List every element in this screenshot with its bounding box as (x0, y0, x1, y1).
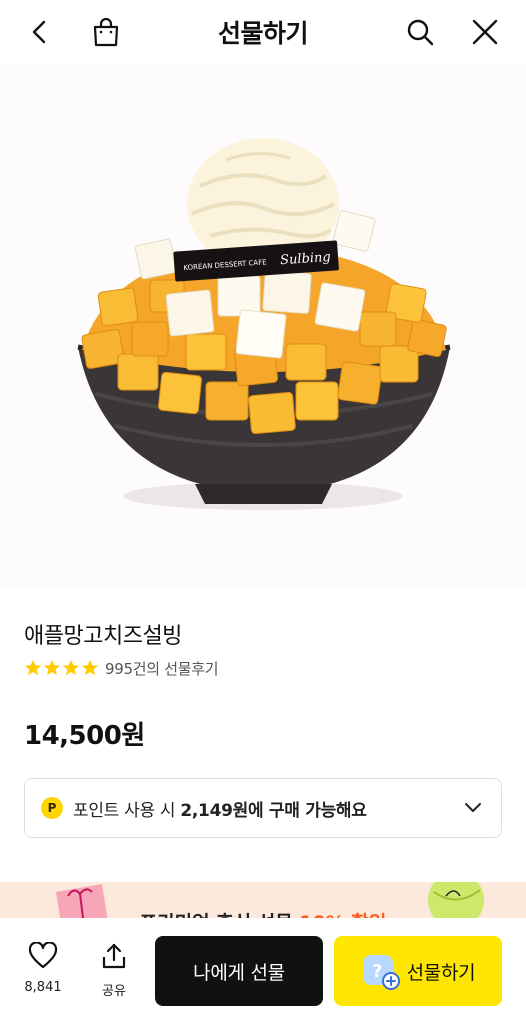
top-bar: 선물하기 (0, 0, 526, 64)
star-icon (24, 659, 42, 676)
like-button[interactable]: 8,841 (17, 941, 69, 995)
points-amount: 2,149원에 구매 가능해요 (180, 800, 367, 821)
product-name: 애플망고치즈설빙 (24, 624, 182, 649)
star-rating (24, 659, 99, 677)
search-icon (407, 19, 434, 46)
points-icon: P (41, 797, 63, 819)
close-icon (472, 19, 498, 45)
bottom-action-bar: 8,841 공유 나에게 선물 ? 선물하기 (0, 918, 526, 1024)
review-count: 995건의 선물후기 (105, 659, 219, 678)
send-gift-button[interactable]: ? 선물하기 (334, 936, 502, 1006)
star-icon (81, 659, 99, 676)
star-icon (43, 659, 61, 676)
product-image[interactable]: KOREAN DESSERT CAFE Sulbing (0, 64, 526, 586)
points-prefix: 포인트 사용 시 (73, 800, 181, 821)
gift-product-page: 선물하기 KOREAN DESSERT CAFE Sulbing 애플망고치즈설… (0, 0, 526, 1024)
like-count: 8,841 (24, 980, 62, 995)
svg-text:?: ? (372, 961, 382, 982)
gift-question-icon: ? (362, 955, 400, 990)
star-icon (62, 659, 80, 676)
points-text: 포인트 사용 시 2,149원에 구매 가능해요 (73, 796, 367, 821)
gift-to-self-button[interactable]: 나에게 선물 (155, 936, 323, 1006)
points-info-dropdown[interactable]: P 포인트 사용 시 2,149원에 구매 가능해요 (24, 778, 502, 838)
bingsu-illustration: KOREAN DESSERT CAFE Sulbing (77, 138, 451, 510)
search-button[interactable] (398, 10, 442, 54)
close-button[interactable] (463, 10, 507, 54)
share-label: 공유 (102, 984, 126, 999)
page-title: 선물하기 (217, 19, 309, 48)
send-gift-label: 선물하기 (406, 961, 476, 984)
share-icon (102, 943, 126, 969)
product-price: 14,500원 (24, 721, 145, 751)
chevron-down-icon (465, 803, 481, 812)
heart-icon (28, 941, 58, 969)
rating-row[interactable]: 995건의 선물후기 (24, 657, 219, 679)
share-button[interactable]: 공유 (88, 942, 140, 999)
